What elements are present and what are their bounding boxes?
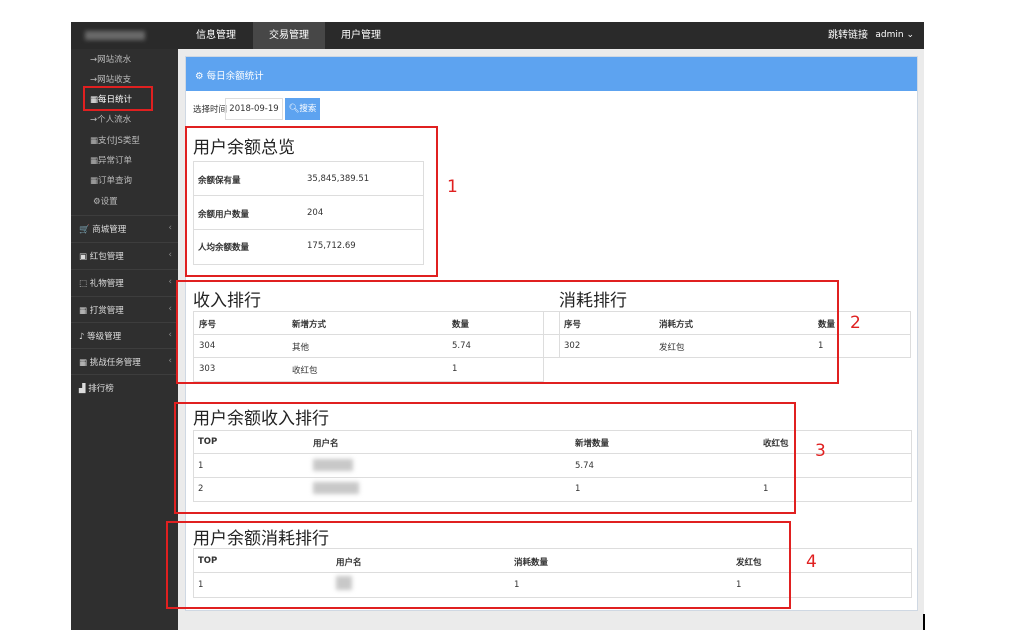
chevron-left-icon: ‹	[168, 250, 172, 260]
sidebar-section-label: 礼物管理	[89, 279, 124, 289]
panel-title: 每日余额统计	[206, 71, 264, 82]
chevron-left-icon: ‹	[168, 223, 172, 233]
sidebar-section-redpacket[interactable]: ▣ 红包管理 ‹	[71, 242, 178, 269]
annotation-number: 3	[815, 441, 826, 461]
sidebar-section-label: 红包管理	[89, 252, 124, 262]
gift-box-icon: ▣	[79, 252, 88, 262]
divider	[910, 311, 911, 358]
sidebar-section-label: 排行榜	[88, 384, 114, 394]
annotation-box-1	[185, 126, 438, 277]
sidebar-item-abnormal-orders[interactable]: ▦异常订单	[90, 154, 132, 166]
annotation-box-3	[174, 402, 796, 514]
sidebar-section-label: 挑战任务管理	[89, 358, 141, 368]
sidebar-item-settings[interactable]: ⚙设置	[93, 195, 118, 207]
sidebar-section-challenge[interactable]: ▦ 挑战任务管理 ‹	[71, 348, 178, 375]
sidebar-item-personal-flow[interactable]: →个人流水	[90, 113, 131, 125]
tab-info-management[interactable]: 信息管理	[179, 22, 253, 49]
chevron-left-icon: ‹	[168, 356, 172, 366]
sidebar-section-ranking[interactable]: ▟ 排行榜	[71, 374, 178, 401]
sidebar: →网站流水 →网站收支 ▦每日统计 →个人流水 ▦支付JS类型 ▦异常订单 ▦订…	[71, 49, 178, 630]
cart-icon: 🛒	[79, 225, 90, 235]
annotation-number: 4	[806, 552, 817, 572]
sidebar-item-site-income-expense[interactable]: →网站收支	[90, 73, 131, 85]
chevron-left-icon: ‹	[168, 277, 172, 287]
chevron-left-icon: ‹	[168, 330, 172, 340]
trophy-icon: ▦	[79, 306, 88, 316]
annotation-number: 2	[850, 313, 861, 333]
logo-text-blurred	[85, 31, 145, 40]
logo[interactable]	[71, 22, 179, 49]
sidebar-item-order-query[interactable]: ▦订单查询	[90, 174, 132, 186]
tab-transaction-management[interactable]: 交易管理	[253, 22, 325, 49]
sidebar-section-level[interactable]: ♪ 等级管理 ‹	[71, 322, 178, 349]
panel-header: ⚙ 每日余额统计	[186, 57, 917, 91]
tab-user-management[interactable]: 用户管理	[325, 22, 397, 49]
date-input[interactable]: 2018-09-19	[225, 98, 283, 120]
search-button[interactable]: 🔍︎搜索	[285, 98, 320, 120]
chevron-left-icon: ‹	[168, 304, 172, 314]
sidebar-section-label: 等级管理	[87, 332, 122, 342]
annotation-box	[83, 86, 153, 111]
level-icon: ♪	[79, 332, 85, 342]
cogs-icon: ⚙	[195, 71, 204, 82]
annotation-number: 1	[447, 177, 458, 197]
annotation-box-2	[176, 280, 839, 384]
sidebar-section-label: 打赏管理	[89, 306, 124, 316]
sidebar-section-mall[interactable]: 🛒 商城管理 ‹	[71, 215, 178, 242]
search-label: 搜索	[299, 104, 317, 114]
jump-link[interactable]: 跳转链接	[828, 22, 868, 49]
top-navbar: 信息管理 交易管理 用户管理 跳转链接 admin ⌄	[71, 22, 924, 49]
sidebar-item-payment-type[interactable]: ▦支付JS类型	[90, 134, 140, 146]
ranking-icon: ▟	[79, 384, 86, 394]
gift-icon: ⬚	[79, 279, 88, 289]
cursor-mark	[923, 614, 925, 630]
user-menu[interactable]: admin ⌄	[875, 22, 914, 48]
annotation-box-4	[166, 521, 791, 609]
sidebar-section-label: 商城管理	[92, 225, 127, 235]
task-icon: ▦	[79, 358, 88, 368]
sidebar-item-site-flow[interactable]: →网站流水	[90, 53, 131, 65]
search-icon: 🔍︎	[288, 104, 300, 114]
date-label: 选择时间	[193, 105, 228, 115]
sidebar-section-tip[interactable]: ▦ 打赏管理 ‹	[71, 296, 178, 323]
sidebar-section-gift[interactable]: ⬚ 礼物管理 ‹	[71, 269, 178, 296]
